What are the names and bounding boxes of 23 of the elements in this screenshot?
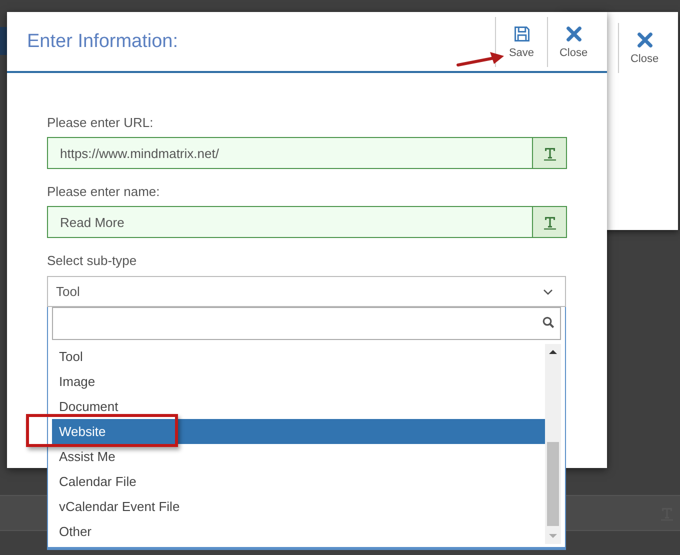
dropdown-option[interactable]: vCalendar Event File [52,494,545,519]
field-label: Please enter URL: [47,115,154,130]
dialog-title: Enter Information: [27,30,178,52]
close-icon [636,31,654,49]
dropdown-option[interactable]: Image [52,369,545,394]
dropdown-option[interactable]: Calendar File [52,469,545,494]
dropdown-option[interactable]: Tool [52,344,545,369]
scroll-down-icon[interactable] [549,533,557,539]
dropdown-option[interactable]: Other [52,519,545,544]
search-icon [542,316,555,329]
field-label: Select sub-type [47,253,137,268]
dropdown-option[interactable]: Website [52,419,545,444]
search-field[interactable] [52,307,561,340]
select-field[interactable]: Tool [47,276,566,307]
dropdown-option[interactable]: Document [52,394,545,419]
scrollbar[interactable] [545,344,561,544]
dropdown-option[interactable]: Assist Me [52,444,545,469]
scrollbar-thumb[interactable] [547,442,559,526]
close-icon [564,25,582,43]
chevron-down-icon [543,288,553,294]
field-label: Please enter name: [47,184,160,199]
floppy-icon [512,25,530,43]
scroll-up-icon[interactable] [549,349,557,355]
